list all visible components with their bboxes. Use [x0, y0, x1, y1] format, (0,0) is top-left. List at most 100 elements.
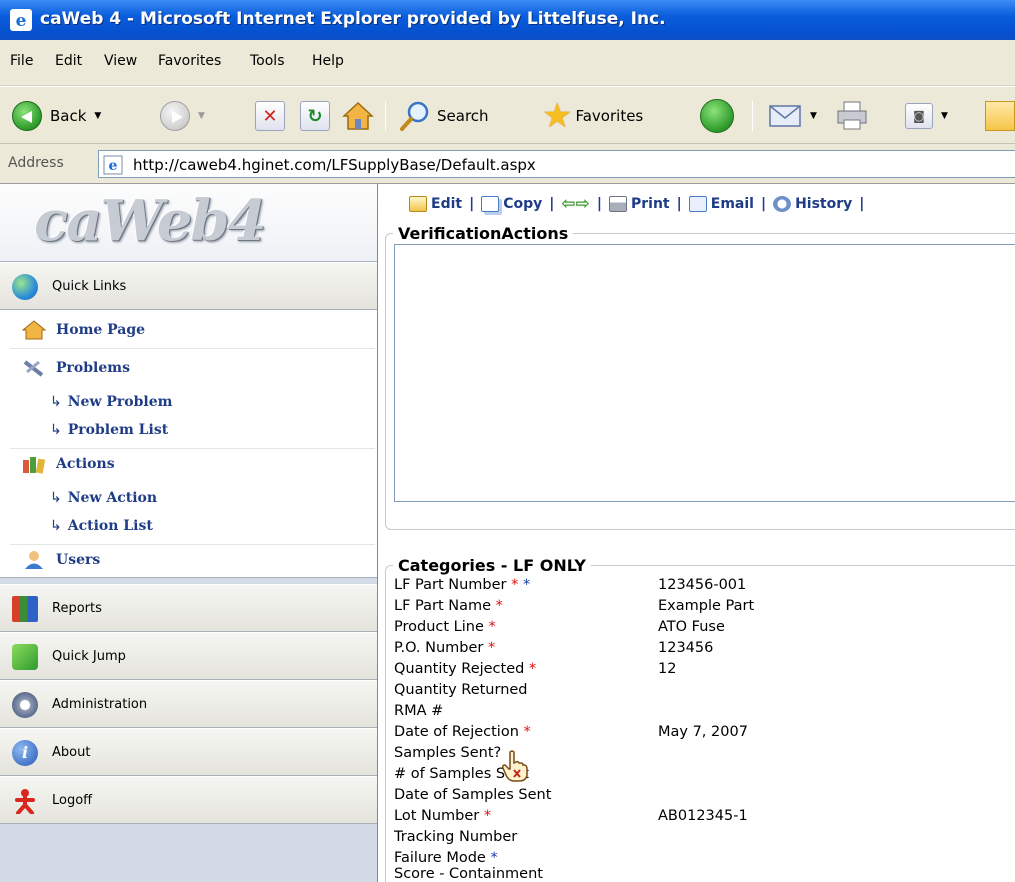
edit-page-button[interactable]: ◙ ▼: [905, 99, 948, 133]
link-actions-label: Actions: [56, 456, 115, 472]
prev-record-button[interactable]: ⇦: [561, 194, 575, 214]
link-users-label: Users: [56, 552, 101, 568]
address-url: http://caweb4.hginet.com/LFSupplyBase/De…: [133, 156, 536, 174]
svg-text:e: e: [16, 11, 27, 31]
category-row: RMA #: [394, 703, 443, 720]
panel-administration[interactable]: Administration: [0, 680, 377, 728]
print-button[interactable]: [835, 99, 869, 133]
forward-button[interactable]: ▼: [160, 99, 205, 133]
address-input[interactable]: e http://caweb4.hginet.com/LFSupplyBase/…: [98, 150, 1015, 178]
hand-cursor-icon: [502, 750, 528, 782]
category-row: Tracking Number: [394, 829, 517, 846]
field-value: AB012345-1: [658, 808, 748, 824]
books-icon: [22, 454, 46, 474]
required-marker: *: [488, 640, 496, 656]
panel-about[interactable]: i About: [0, 728, 377, 776]
separator: |: [676, 196, 682, 212]
category-row: LF Part Name * Example Part: [394, 598, 754, 615]
panel-reports[interactable]: Reports: [0, 584, 377, 632]
field-label: RMA #: [394, 703, 444, 719]
sub-arrow-icon: ↳: [50, 422, 62, 438]
panel-about-label: About: [52, 745, 91, 760]
field-value: ATO Fuse: [658, 619, 725, 635]
link-problem-list-label: Problem List: [67, 422, 169, 438]
history-button[interactable]: [700, 99, 734, 133]
link-home-page[interactable]: Home Page: [21, 320, 145, 340]
favorites-button[interactable]: ★ Favorites: [542, 99, 643, 133]
refresh-button[interactable]: ↻: [300, 99, 330, 133]
arrow-right-icon: ⇨: [575, 194, 590, 214]
menu-tools[interactable]: Tools: [250, 53, 285, 69]
back-label: Back: [50, 107, 87, 125]
category-row: Samples Sent?: [394, 745, 501, 762]
research-button[interactable]: [985, 99, 1015, 133]
sub-arrow-icon: ↳: [50, 518, 62, 534]
home-icon: [21, 320, 47, 340]
verification-actions-legend: VerificationActions: [398, 224, 569, 243]
home-button[interactable]: [342, 99, 374, 133]
browser-toolbar: Back ▼ ▼ ✕ ↻ Search ★ Favorites ▼ ◙ ▼: [0, 86, 1015, 144]
back-button[interactable]: Back ▼: [12, 99, 101, 133]
panel-quick-jump-label: Quick Jump: [52, 649, 126, 664]
home-icon: [342, 101, 374, 130]
chevron-down-icon[interactable]: ▼: [810, 111, 817, 121]
window-title: caWeb 4 - Microsoft Internet Explorer pr…: [40, 9, 666, 29]
chevron-down-icon[interactable]: ▼: [94, 111, 101, 121]
edit-command[interactable]: Edit: [409, 196, 462, 212]
history-command[interactable]: History: [773, 196, 852, 212]
field-label: LF Part Number: [394, 577, 507, 593]
link-users[interactable]: Users: [22, 550, 100, 570]
refresh-icon: ↻: [300, 101, 330, 131]
user-icon: [22, 550, 46, 570]
field-label: P.O. Number: [394, 640, 484, 656]
link-actions[interactable]: Actions: [22, 454, 115, 474]
field-value: 123456: [658, 640, 714, 656]
panel-quick-links[interactable]: Quick Links: [0, 262, 377, 310]
mail-icon: [769, 105, 801, 127]
link-problems[interactable]: Problems: [22, 358, 130, 378]
email-command[interactable]: Email: [688, 196, 754, 212]
link-action-list[interactable]: ↳ Action List: [50, 518, 153, 534]
print-command[interactable]: Print: [609, 196, 670, 212]
field-label: Score - Containment: [394, 866, 543, 882]
link-new-action[interactable]: ↳ New Action: [50, 490, 157, 506]
chevron-down-icon[interactable]: ▼: [198, 111, 205, 121]
verification-actions-textarea[interactable]: [394, 244, 1015, 502]
chevron-down-icon[interactable]: ▼: [941, 111, 948, 121]
link-action-list-label: Action List: [67, 518, 153, 534]
panel-quick-links-label: Quick Links: [52, 279, 127, 294]
category-row: P.O. Number * 123456: [394, 640, 713, 657]
field-value: 123456-001: [658, 577, 747, 593]
category-row: Quantity Returned: [394, 682, 528, 699]
logoff-person-icon: [12, 788, 38, 815]
panel-reports-label: Reports: [52, 601, 102, 616]
category-row: Lot Number * AB012345-1: [394, 808, 748, 825]
globe-icon: [12, 274, 38, 300]
field-value: May 7, 2007: [658, 724, 748, 740]
link-problem-list[interactable]: ↳ Problem List: [50, 422, 168, 438]
panel-quick-jump[interactable]: Quick Jump: [0, 632, 377, 680]
clock-icon: [773, 196, 792, 212]
edit-page-icon: ◙: [905, 103, 933, 129]
stop-button[interactable]: ✕: [255, 99, 285, 133]
link-new-action-label: New Action: [67, 490, 158, 506]
next-record-button[interactable]: ⇨: [576, 194, 590, 214]
category-row: Date of Rejection * May 7, 2007: [394, 724, 748, 741]
link-new-problem[interactable]: ↳ New Problem: [50, 394, 172, 410]
field-label: LF Part Name: [394, 598, 492, 614]
arrow-left-icon: ⇦: [561, 194, 576, 214]
field-label: Samples Sent?: [394, 745, 502, 761]
required-marker: *: [528, 661, 537, 677]
menu-favorites[interactable]: Favorites: [158, 53, 221, 69]
panel-logoff[interactable]: Logoff: [0, 776, 377, 824]
menu-view[interactable]: View: [104, 53, 137, 69]
copy-command[interactable]: Copy: [481, 196, 542, 212]
field-label: Failure Mode: [394, 850, 486, 866]
menu-edit[interactable]: Edit: [55, 53, 82, 69]
required-marker: *: [495, 598, 503, 614]
search-button[interactable]: Search: [398, 99, 489, 133]
mail-button[interactable]: ▼: [768, 99, 817, 133]
address-label: Address: [8, 155, 64, 171]
menu-help[interactable]: Help: [312, 53, 344, 69]
menu-file[interactable]: File: [10, 53, 33, 69]
